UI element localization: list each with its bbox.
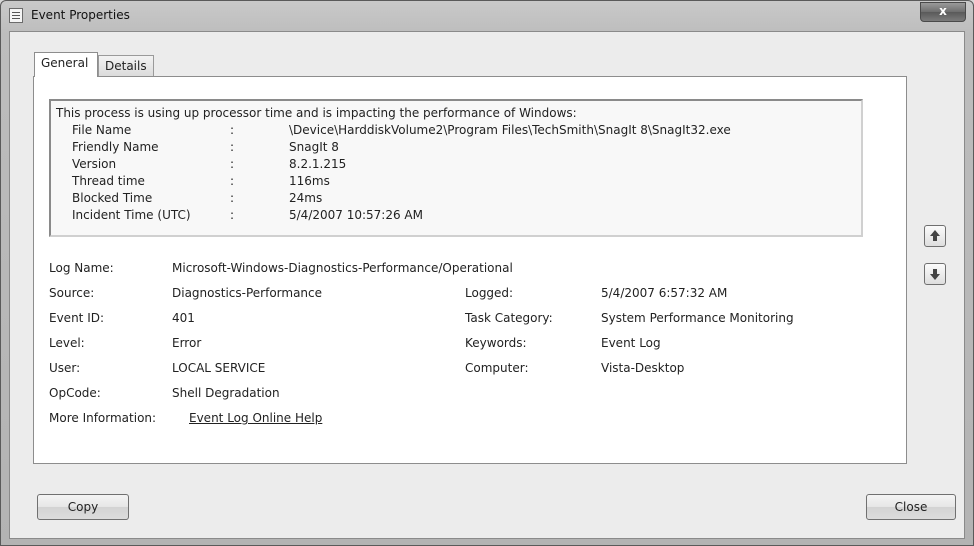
description-separator: : (230, 208, 235, 222)
source-label: Source: (49, 286, 95, 300)
tab-general[interactable]: General (34, 52, 98, 77)
description-value: 24ms (289, 191, 323, 205)
computer-label: Computer: (465, 361, 529, 375)
arrow-up-icon (930, 230, 940, 241)
log-name-label: Log Name: (49, 261, 114, 275)
opcode-label: OpCode: (49, 386, 101, 400)
description-key: Version (72, 157, 117, 171)
opcode-value: Shell Degradation (172, 386, 280, 400)
dialog-client-area: General Details This process is using up… (9, 31, 965, 539)
keywords-value: Event Log (601, 336, 661, 350)
log-name-value: Microsoft-Windows-Diagnostics-Performanc… (172, 261, 513, 275)
arrow-down-icon (930, 269, 940, 280)
user-value: LOCAL SERVICE (172, 361, 266, 375)
level-label: Level: (49, 336, 85, 350)
logged-value: 5/4/2007 6:57:32 AM (601, 286, 728, 300)
task-category-label: Task Category: (465, 311, 553, 325)
description-value: SnagIt 8 (289, 140, 339, 154)
copy-button[interactable]: Copy (37, 494, 129, 520)
window-title: Event Properties (31, 8, 130, 22)
description-separator: : (230, 191, 235, 205)
event-description-box[interactable]: This process is using up processor time … (49, 99, 863, 237)
logged-label: Logged: (465, 286, 514, 300)
description-value: \Device\HarddiskVolume2\Program Files\Te… (289, 123, 731, 137)
level-value: Error (172, 336, 202, 350)
general-tab-panel: This process is using up processor time … (33, 76, 907, 464)
keywords-label: Keywords: (465, 336, 527, 350)
next-event-button[interactable] (924, 263, 946, 285)
event-id-label: Event ID: (49, 311, 105, 325)
title-bar[interactable]: Event Properties x (1, 1, 973, 31)
description-separator: : (230, 140, 235, 154)
description-key: Thread time (72, 174, 145, 188)
description-separator: : (230, 123, 235, 137)
event-log-online-help-link[interactable]: Event Log Online Help (189, 411, 322, 425)
tab-details[interactable]: Details (98, 55, 154, 77)
description-separator: : (230, 157, 235, 171)
description-header: This process is using up processor time … (56, 106, 577, 120)
description-separator: : (230, 174, 235, 188)
event-properties-icon (9, 8, 23, 23)
more-information-label: More Information: (49, 411, 157, 425)
event-id-value: 401 (172, 311, 195, 325)
task-category-value: System Performance Monitoring (601, 311, 794, 325)
description-value: 116ms (289, 174, 330, 188)
description-key: Blocked Time (72, 191, 153, 205)
description-value: 8.2.1.215 (289, 157, 347, 171)
window-close-button[interactable]: x (920, 2, 966, 22)
computer-value: Vista-Desktop (601, 361, 685, 375)
description-key: File Name (72, 123, 132, 137)
close-button[interactable]: Close (866, 494, 956, 520)
description-value: 5/4/2007 10:57:26 AM (289, 208, 423, 222)
source-value: Diagnostics-Performance (172, 286, 323, 300)
user-label: User: (49, 361, 81, 375)
previous-event-button[interactable] (924, 225, 946, 247)
description-key: Incident Time (UTC) (72, 208, 191, 222)
description-key: Friendly Name (72, 140, 159, 154)
event-properties-window: Event Properties x General Details This … (0, 0, 974, 546)
